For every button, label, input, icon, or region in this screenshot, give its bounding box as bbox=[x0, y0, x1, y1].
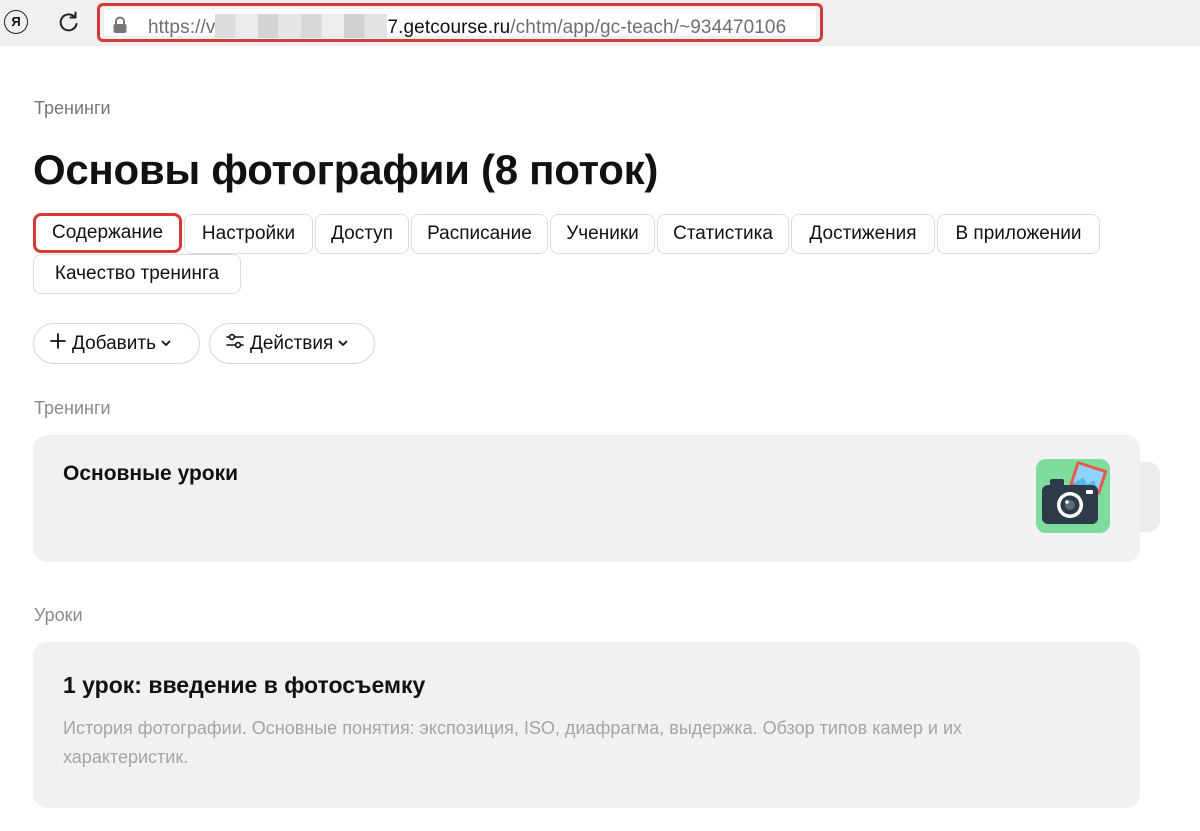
breadcrumb[interactable]: Тренинги bbox=[34, 98, 111, 119]
chevron-down-icon bbox=[337, 324, 349, 363]
reload-icon[interactable] bbox=[56, 9, 82, 35]
actions-button[interactable]: Действия bbox=[209, 323, 375, 364]
url-obscured-prefix: v bbox=[205, 17, 216, 38]
section-label-lessons: Уроки bbox=[34, 605, 83, 625]
tab-access[interactable]: Доступ bbox=[315, 214, 409, 254]
url-redacted-block bbox=[215, 14, 388, 38]
browser-toolbar: Я https://v 7.getcourse.ru/chtm/app/gc-te… bbox=[0, 0, 1200, 46]
lesson-card-title: 1 урок: введение в фотосъемку bbox=[63, 672, 426, 698]
add-button[interactable]: Добавить bbox=[33, 323, 200, 364]
tab-statistics[interactable]: Статистика bbox=[657, 214, 789, 254]
add-button-label: Добавить bbox=[72, 333, 156, 354]
lock-icon bbox=[112, 16, 128, 34]
actions-button-label: Действия bbox=[250, 333, 334, 354]
address-bar-highlight: https://v 7.getcourse.ru/chtm/app/gc-teac… bbox=[97, 3, 823, 42]
lesson-card[interactable]: 1 урок: введение в фотосъемку История фо… bbox=[33, 642, 1140, 808]
section-label-trainings: Тренинги bbox=[34, 398, 111, 418]
lesson-card-description: История фотографии. Основные понятия: эк… bbox=[63, 718, 963, 767]
training-card[interactable]: Основные уроки bbox=[33, 435, 1140, 562]
plus-icon bbox=[50, 324, 66, 363]
camera-photo-icon bbox=[1036, 459, 1110, 533]
yandex-logo-icon[interactable]: Я bbox=[4, 10, 28, 34]
tab-content[interactable]: Содержание bbox=[33, 213, 182, 253]
tab-settings[interactable]: Настройки bbox=[184, 214, 313, 254]
url-scheme: https:// bbox=[148, 17, 206, 38]
url-text: https://v 7.getcourse.ru/chtm/app/gc-teac… bbox=[148, 14, 786, 39]
tab-schedule[interactable]: Расписание bbox=[411, 214, 548, 254]
filter-sliders-icon bbox=[226, 324, 244, 363]
url-host: 7.getcourse.ru bbox=[387, 17, 511, 38]
training-card-title: Основные уроки bbox=[63, 462, 239, 485]
tab-in-app[interactable]: В приложении bbox=[937, 214, 1100, 254]
tab-students[interactable]: Ученики bbox=[550, 214, 655, 254]
url-path: /chtm/app/gc-teach/~934470106 bbox=[510, 17, 787, 38]
tab-achievements[interactable]: Достижения bbox=[791, 214, 935, 254]
page-title: Основы фотографии (8 поток) bbox=[33, 146, 659, 193]
chevron-down-icon bbox=[160, 324, 172, 363]
address-bar[interactable]: https://v 7.getcourse.ru/chtm/app/gc-teac… bbox=[104, 9, 816, 39]
tab-training-quality[interactable]: Качество тренинга bbox=[33, 254, 241, 294]
